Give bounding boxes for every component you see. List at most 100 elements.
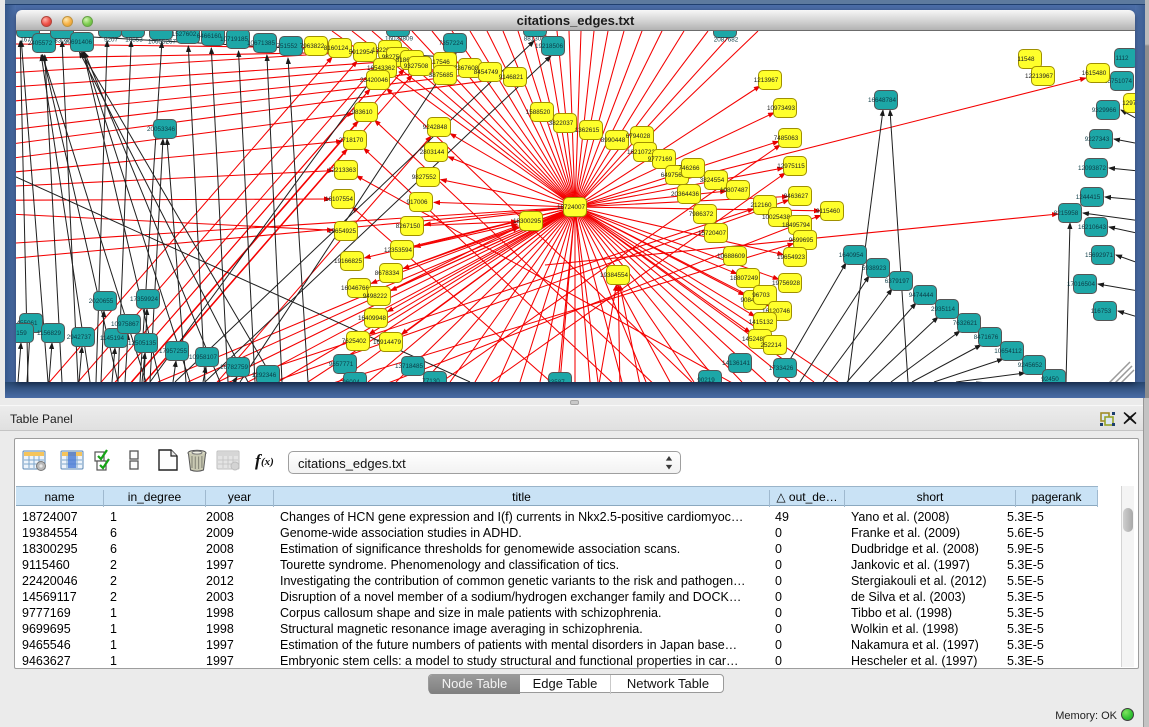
- svg-text:16210643: 16210643: [1078, 224, 1107, 231]
- svg-text:116753: 116753: [1091, 308, 1112, 315]
- svg-text:13718485: 13718485: [395, 363, 424, 370]
- svg-text:1415132: 1415132: [749, 319, 774, 326]
- svg-text:9207: 9207: [104, 37, 119, 44]
- svg-text:2803144: 2803144: [420, 149, 445, 156]
- svg-text:12505135: 12505135: [128, 340, 157, 347]
- svg-text:1156829: 1156829: [37, 330, 62, 337]
- svg-text:14136141: 14136141: [722, 360, 751, 367]
- svg-text:1112: 1112: [1115, 55, 1129, 62]
- svg-text:9657771: 9657771: [329, 361, 354, 368]
- svg-text:19218506: 19218506: [535, 43, 564, 50]
- svg-text:1244415: 1244415: [1076, 194, 1101, 201]
- svg-text:8678334: 8678334: [375, 270, 400, 277]
- svg-text:23420046: 23420046: [360, 77, 389, 84]
- svg-text:8990448: 8990448: [601, 137, 626, 144]
- svg-text:9777169: 9777169: [648, 156, 673, 163]
- svg-text:10655267: 10655267: [148, 39, 177, 46]
- svg-text:3824554: 3824554: [700, 177, 725, 184]
- svg-text:746266: 746266: [678, 165, 700, 172]
- svg-text:16046766: 16046766: [341, 285, 370, 292]
- svg-text:3822037: 3822037: [549, 120, 574, 127]
- svg-text:7632621: 7632621: [953, 320, 978, 327]
- svg-text:917006: 917006: [406, 199, 428, 206]
- svg-text:10671385: 10671385: [247, 40, 276, 47]
- svg-text:2405572: 2405572: [28, 40, 53, 47]
- svg-text:9474444: 9474444: [909, 292, 934, 299]
- svg-text:10973493: 10973493: [767, 105, 796, 112]
- svg-text:212160: 212160: [750, 202, 772, 209]
- svg-text:12213967: 12213967: [1025, 73, 1054, 80]
- svg-text:(x): (x): [261, 456, 274, 468]
- svg-text:8471676: 8471676: [974, 334, 999, 341]
- svg-text:9463627: 9463627: [784, 193, 809, 200]
- svg-text:9227343: 9227343: [1085, 136, 1110, 143]
- svg-text:8267150: 8267150: [396, 223, 421, 230]
- svg-text:12353594: 12353594: [384, 247, 413, 254]
- svg-text:18724007: 18724007: [557, 204, 586, 211]
- svg-text:17957255: 17957255: [159, 348, 188, 355]
- svg-text:9827552: 9827552: [412, 174, 437, 181]
- svg-text:5912954: 5912954: [349, 49, 374, 56]
- svg-text:19654923: 19654923: [777, 254, 806, 261]
- svg-text:6379197: 6379197: [885, 278, 910, 285]
- svg-text:7963822: 7963822: [300, 43, 325, 50]
- svg-text:77130: 77130: [422, 378, 440, 382]
- svg-text:10025438: 10025438: [762, 214, 791, 221]
- svg-text:20364436: 20364436: [671, 191, 700, 198]
- svg-text:2942737: 2942737: [67, 334, 92, 341]
- svg-text:39159: 39159: [16, 330, 27, 337]
- svg-text:1145194: 1145194: [100, 335, 125, 342]
- svg-text:983610: 983610: [351, 109, 373, 116]
- svg-text:9245652: 9245652: [1018, 362, 1043, 369]
- svg-text:1640954: 1640954: [839, 252, 864, 259]
- svg-text:15720407: 15720407: [698, 230, 727, 237]
- svg-text:2935114: 2935114: [931, 306, 956, 313]
- svg-text:16914479: 16914479: [373, 339, 402, 346]
- svg-text:15692971: 15692971: [1085, 252, 1114, 259]
- svg-text:9498222: 9498222: [363, 293, 388, 300]
- svg-text:2020655: 2020655: [89, 298, 114, 305]
- svg-text:252214: 252214: [760, 342, 782, 349]
- svg-text:12213363: 12213363: [328, 167, 357, 174]
- svg-text:12975: 12975: [1122, 100, 1135, 107]
- svg-text:10975867: 10975867: [111, 321, 140, 328]
- svg-text:10807487: 10807487: [720, 187, 749, 194]
- svg-text:18807249: 18807249: [730, 275, 759, 282]
- svg-text:9115460: 9115460: [816, 208, 841, 215]
- svg-text:17016504: 17016504: [1067, 281, 1096, 288]
- svg-text:7357224: 7357224: [439, 40, 464, 47]
- svg-text:96004: 96004: [342, 379, 360, 382]
- svg-text:16210722: 16210722: [627, 149, 656, 156]
- svg-text:1588520: 1588520: [526, 109, 551, 116]
- svg-text:1615480: 1615480: [1082, 70, 1107, 77]
- svg-text:10654112: 10654112: [994, 348, 1022, 355]
- svg-text:3875685: 3875685: [429, 72, 454, 79]
- svg-text:8454749: 8454749: [474, 69, 499, 76]
- svg-text:2087682: 2087682: [714, 37, 739, 44]
- svg-text:8160124: 8160124: [324, 45, 349, 52]
- svg-text:2718170: 2718170: [339, 137, 364, 144]
- svg-text:7986372: 7986372: [689, 211, 714, 218]
- svg-text:12093872: 12093872: [1078, 165, 1107, 172]
- svg-text:16409948: 16409948: [358, 315, 387, 322]
- svg-text:1527602: 1527602: [172, 31, 197, 38]
- svg-text:9146821: 9146821: [499, 74, 524, 81]
- svg-text:5938923: 5938923: [862, 265, 887, 272]
- svg-text:19166825: 19166825: [334, 258, 363, 265]
- svg-text:19654925: 19654925: [328, 228, 357, 235]
- svg-text:9327508: 9327508: [404, 63, 429, 70]
- svg-text:9329966: 9329966: [1092, 107, 1117, 114]
- svg-text:20691406: 20691406: [64, 39, 93, 46]
- svg-text:6794028: 6794028: [626, 133, 651, 140]
- svg-text:19384554: 19384554: [600, 272, 629, 279]
- svg-text:16648784: 16648784: [868, 97, 897, 104]
- svg-text:1213967: 1213967: [754, 77, 779, 84]
- svg-text:10958107: 10958107: [189, 354, 218, 361]
- svg-text:16782759: 16782759: [220, 364, 249, 371]
- svg-text:10688609: 10688609: [717, 253, 746, 260]
- svg-text:33587: 33587: [547, 379, 565, 382]
- svg-text:18300295: 18300295: [513, 218, 542, 225]
- svg-text:9699695: 9699695: [789, 237, 814, 244]
- svg-text:92450: 92450: [1041, 376, 1059, 382]
- svg-text:96703: 96703: [752, 292, 770, 299]
